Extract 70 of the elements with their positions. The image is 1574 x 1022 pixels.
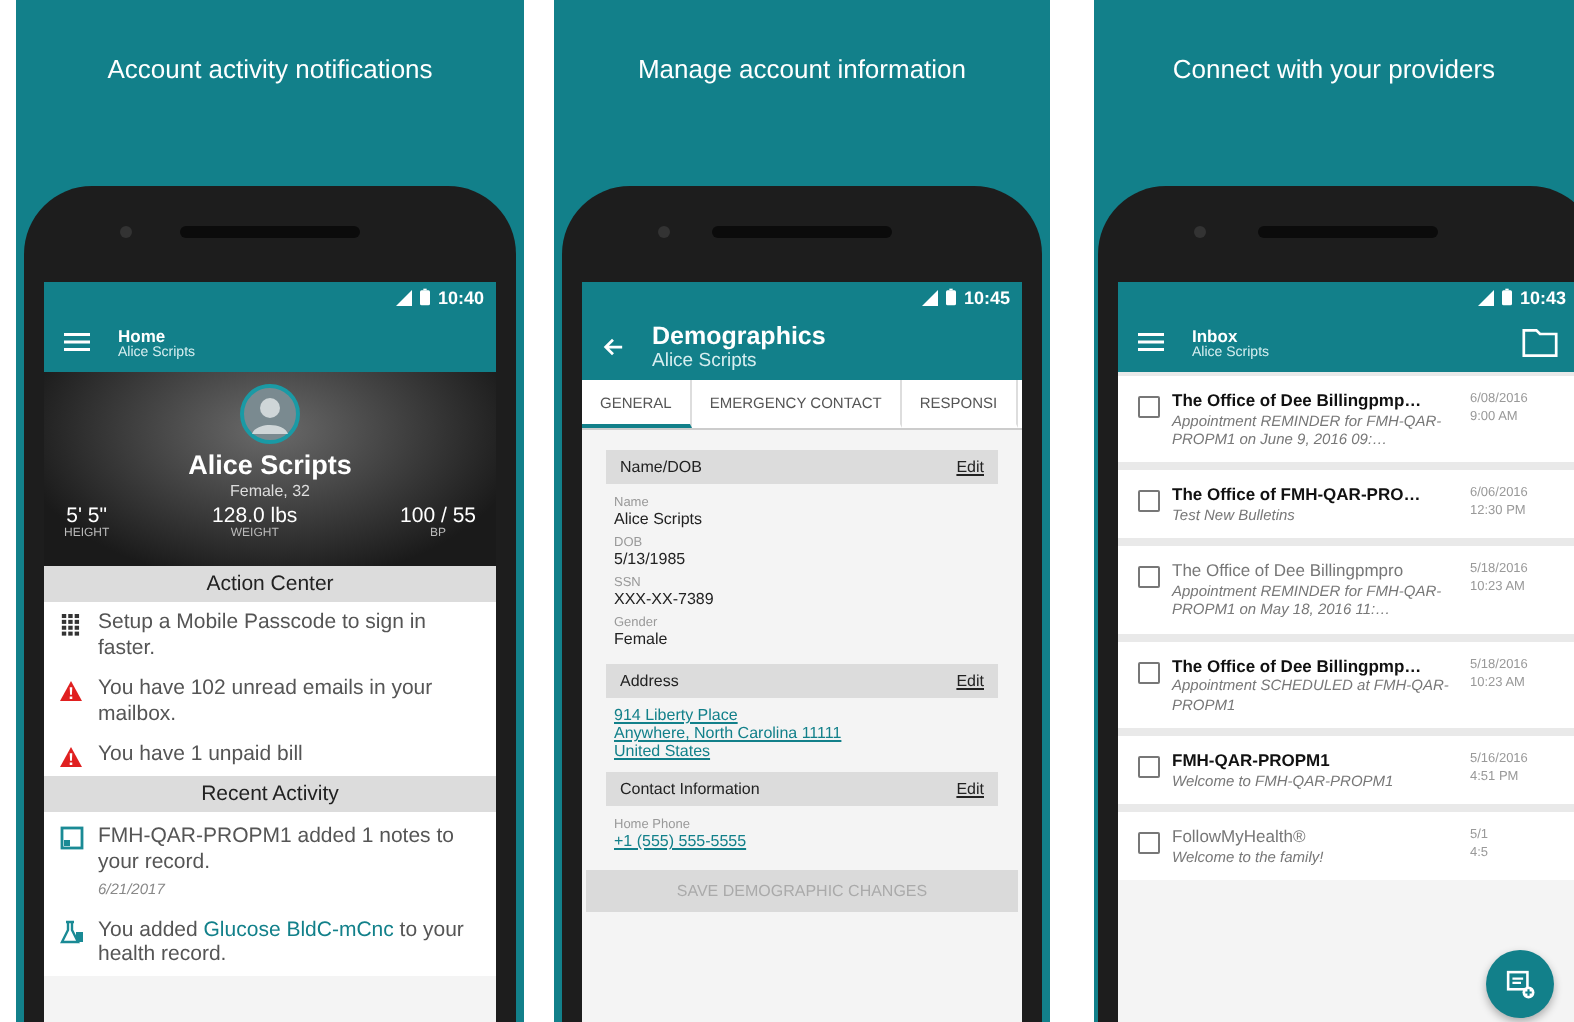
signal-icon [395, 289, 412, 305]
keypad-icon [60, 614, 82, 636]
field-link[interactable]: Anywhere, North Carolina 11111 [614, 724, 990, 742]
message-sender: The Office of FMH-QAR-PRO… [1172, 484, 1423, 506]
panel-caption: Manage account information [637, 52, 967, 88]
action-item[interactable]: Setup a Mobile Passcode to sign in faster. [44, 602, 496, 669]
signal-icon [921, 289, 938, 305]
folder-icon[interactable] [1522, 327, 1558, 357]
stat-value: 5' 5" [66, 504, 107, 528]
note-icon [60, 826, 84, 851]
edit-link[interactable]: Edit [956, 780, 984, 798]
back-arrow-icon[interactable] [602, 335, 624, 357]
checkbox[interactable] [1138, 490, 1160, 513]
field-link[interactable]: +1 (555) 555-5555 [614, 832, 990, 850]
action-text: You have 102 unread emails in your mailbox. [98, 676, 435, 727]
screen-title: Demographics [652, 321, 826, 349]
edit-link[interactable]: Edit [956, 672, 984, 690]
section-title: Name/DOB [620, 458, 702, 476]
profile-details: Female, 32 [229, 482, 311, 500]
field-value: Female [614, 630, 670, 648]
panel-caption: Account activity notifications [107, 52, 433, 88]
flask-icon [60, 919, 84, 944]
message-sender: The Office of Dee Billingpmp… [1172, 390, 1424, 412]
action-item[interactable]: You have 1 unpaid bill [44, 734, 496, 777]
stat-value: 128.0 lbs [212, 504, 298, 528]
checkbox[interactable] [1138, 756, 1160, 779]
screen-subtitle: Alice Scripts [652, 349, 757, 371]
field-value: 5/13/1985 [614, 550, 688, 568]
action-item[interactable]: You have 102 unread emails in your mailbox. [44, 668, 496, 735]
field-value: XXX-XX-7389 [614, 590, 716, 608]
status-time: 10:45 [963, 287, 1010, 307]
menu-icon[interactable] [64, 332, 90, 352]
field-link[interactable]: 914 Liberty Place [614, 706, 990, 724]
section-header: Recent Activity [44, 776, 496, 813]
stat-value: 100 / 55 [400, 504, 476, 528]
profile-name: Alice Scripts [188, 450, 352, 480]
status-time: 10:40 [437, 287, 484, 307]
menu-icon[interactable] [1138, 332, 1164, 352]
battery-icon [1501, 288, 1512, 306]
screen-title: Inbox [1192, 325, 1240, 345]
warning-icon [60, 746, 82, 769]
signal-icon [1477, 289, 1494, 305]
section-title: Contact Information [620, 780, 760, 798]
checkbox[interactable] [1138, 832, 1160, 855]
checkbox[interactable] [1138, 396, 1160, 418]
warning-icon [60, 680, 82, 703]
section-title: Address [620, 672, 679, 690]
battery-icon [419, 288, 430, 306]
message-sender: The Office of Dee Billingpmpro [1172, 560, 1406, 582]
section-header: Action Center [44, 566, 496, 602]
message-sender: FMH-QAR-PROPM1 [1172, 750, 1332, 772]
edit-link[interactable]: Edit [956, 458, 984, 476]
avatar-silhouette-icon [240, 384, 300, 444]
message-sender: FollowMyHealth® [1172, 826, 1308, 848]
compose-button[interactable] [1486, 950, 1554, 1018]
action-text: You have 1 unpaid bill [98, 742, 303, 768]
panel-caption: Connect with your providers [1172, 52, 1496, 88]
activity-link[interactable]: Glucose BldC-mCnc [203, 917, 394, 942]
screen-title: Home [118, 325, 166, 345]
status-time: 10:43 [1519, 287, 1566, 307]
checkbox[interactable] [1138, 566, 1160, 589]
message-sender: The Office of Dee Billingpmp… [1172, 655, 1424, 677]
field-link[interactable]: United States [614, 742, 990, 760]
field-value: Alice Scripts [614, 510, 705, 528]
activity-text: FMH-QAR-PROPM1 added 1 notes to your record. [98, 824, 456, 876]
compose-icon [1505, 969, 1535, 999]
activity-text: You added Glucose BldC-mCnc to your health record. [98, 917, 466, 968]
battery-icon [945, 288, 956, 306]
action-text: Setup a Mobile Passcode to sign in faster. [98, 610, 429, 661]
checkbox[interactable] [1138, 661, 1160, 684]
